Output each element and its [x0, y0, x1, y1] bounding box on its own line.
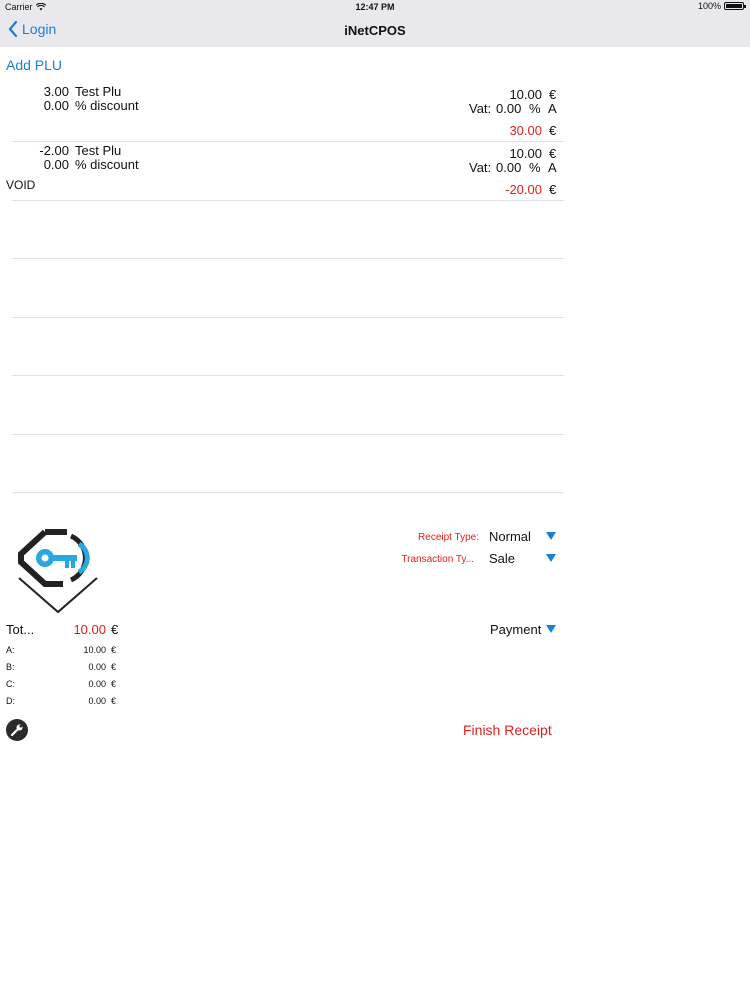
- item-total: -20.00: [505, 182, 542, 197]
- item-vat-value: 0.00: [496, 160, 522, 175]
- item-total-currency: €: [549, 182, 557, 197]
- item-vat-label: Vat:: [469, 101, 492, 116]
- row-divider: [12, 434, 564, 435]
- item-total-currency: €: [549, 123, 557, 138]
- item-vat-unit: %: [529, 160, 541, 175]
- row-divider: [12, 375, 564, 376]
- item-vat-label: Vat:: [469, 160, 492, 175]
- receipt-type-dropdown-triangle-icon[interactable]: [546, 532, 556, 540]
- item-price: 10.00: [509, 146, 542, 161]
- receipt-line-item[interactable]: -2.00 Test Plu 0.00 % discount VOID 10.0…: [0, 143, 570, 201]
- receipt-type-label: Receipt Type:: [418, 532, 479, 543]
- receipt-type-value[interactable]: Normal: [489, 529, 531, 544]
- item-discount-label: % discount: [75, 98, 139, 113]
- add-plu-button[interactable]: Add PLU: [6, 57, 62, 73]
- item-name: Test Plu: [75, 84, 122, 99]
- transaction-type-value[interactable]: Sale: [489, 551, 515, 566]
- vat-d-value: 0.00: [88, 696, 106, 706]
- item-currency: €: [549, 146, 557, 161]
- row-divider: [12, 317, 564, 318]
- wrench-icon: [10, 724, 23, 737]
- total-value: 10.00: [73, 622, 106, 637]
- vat-c-label: C:: [6, 679, 15, 689]
- payment-button[interactable]: Payment: [490, 622, 541, 637]
- item-name: Test Plu: [75, 143, 122, 158]
- total-currency: €: [111, 622, 119, 637]
- transaction-type-dropdown-triangle-icon[interactable]: [546, 554, 556, 562]
- vat-d-label: D:: [6, 696, 15, 706]
- settings-wrench-icon[interactable]: [6, 719, 28, 741]
- vat-a-value: 10.00: [83, 645, 106, 655]
- vat-d-currency: €: [111, 696, 117, 706]
- finish-receipt-button[interactable]: Finish Receipt: [463, 722, 552, 738]
- item-price: 10.00: [509, 87, 542, 102]
- vat-c-value: 0.00: [88, 679, 106, 689]
- item-currency: €: [549, 87, 557, 102]
- vat-c-currency: €: [111, 679, 117, 689]
- status-time: 12:47 PM: [355, 2, 395, 12]
- item-void-status: VOID: [6, 178, 36, 192]
- item-vat-class: A: [548, 101, 557, 116]
- total-label: Tot...: [6, 622, 35, 637]
- vat-b-currency: €: [111, 662, 117, 672]
- item-total: 30.00: [509, 123, 542, 138]
- vat-b-label: B:: [6, 662, 15, 672]
- item-vat-unit: %: [529, 101, 541, 116]
- receipt-line-item[interactable]: 3.00 Test Plu 0.00 % discount 10.00 € Va…: [0, 84, 570, 142]
- vat-a-label: A:: [6, 645, 15, 655]
- row-divider: [12, 492, 564, 493]
- vat-b-value: 0.00: [88, 662, 106, 672]
- battery-icon: [724, 2, 746, 10]
- row-divider: [12, 200, 564, 201]
- item-discount-value: 0.00: [43, 157, 69, 172]
- item-quantity: -2.00: [39, 143, 69, 158]
- page-title: iNetCPOS: [344, 23, 406, 38]
- logo-icon: [18, 529, 98, 614]
- item-vat-value: 0.00: [496, 101, 522, 116]
- payment-dropdown-triangle-icon[interactable]: [546, 625, 556, 633]
- item-quantity: 3.00: [43, 84, 69, 99]
- status-battery: 100%: [697, 1, 746, 11]
- row-divider: [12, 258, 564, 259]
- row-divider: [12, 141, 564, 142]
- item-discount-value: 0.00: [43, 98, 69, 113]
- vat-a-currency: €: [111, 645, 117, 655]
- battery-percent: 100%: [697, 1, 721, 11]
- item-discount-label: % discount: [75, 157, 139, 172]
- item-vat-class: A: [548, 160, 557, 175]
- transaction-type-label: Transaction Ty...: [401, 554, 474, 565]
